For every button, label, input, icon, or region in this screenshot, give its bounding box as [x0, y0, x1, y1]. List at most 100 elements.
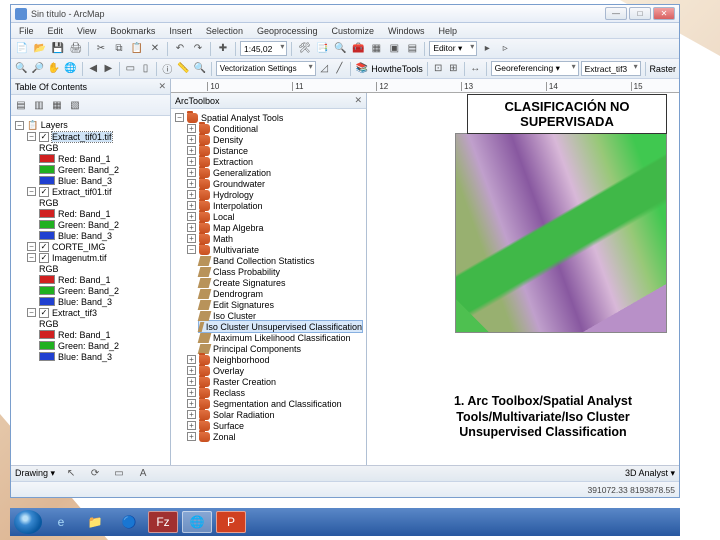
menu-help[interactable]: Help	[433, 26, 464, 36]
open-icon[interactable]: 📂	[32, 41, 48, 57]
edit-vertices-icon[interactable]: ▹	[497, 41, 513, 57]
clear-selection-icon[interactable]: ▯	[139, 61, 152, 77]
editor-toolbar-icon[interactable]: 🛠	[296, 41, 312, 57]
menu-file[interactable]: File	[13, 26, 40, 36]
menu-edit[interactable]: Edit	[42, 26, 70, 36]
redo-icon[interactable]: ↷	[190, 41, 206, 57]
arctoolbox-close-icon[interactable]: ✕	[354, 95, 362, 106]
analyst3d-dropdown[interactable]: 3D Analyst ▾	[625, 468, 675, 479]
task-powerpoint-icon[interactable]: P	[216, 511, 246, 533]
results-icon[interactable]: ▤	[404, 41, 420, 57]
task-ie-icon[interactable]: e	[46, 511, 76, 533]
snap-icon[interactable]: ⊡	[432, 61, 445, 77]
band-item[interactable]: Red: Band_1	[39, 274, 166, 285]
band-item[interactable]: Green: Band_2	[39, 340, 166, 351]
tool-item[interactable]: Iso Cluster Unsupervised Classification	[199, 321, 362, 332]
maximize-button[interactable]: □	[629, 7, 651, 20]
toolset-item[interactable]: −Multivariate	[187, 244, 362, 255]
band-item[interactable]: Red: Band_1	[39, 208, 166, 219]
prev-extent-icon[interactable]: ◀	[87, 61, 100, 77]
toolset-item[interactable]: +Surface	[187, 420, 362, 431]
toc-close-icon[interactable]: ✕	[158, 81, 166, 92]
task-explorer-icon[interactable]: 📁	[80, 511, 110, 533]
arrow-icon[interactable]: ↔	[469, 61, 482, 77]
select-features-icon[interactable]: ▭	[124, 61, 137, 77]
snap2-icon[interactable]: ⊞	[447, 61, 460, 77]
layer-item[interactable]: −✓Extract_tif3	[27, 307, 166, 318]
vect-icon[interactable]: ◿	[318, 61, 331, 77]
python-icon[interactable]: ▦	[368, 41, 384, 57]
scale-combo[interactable]: 1:45,02	[240, 41, 287, 56]
band-item[interactable]: Red: Band_1	[39, 153, 166, 164]
band-item[interactable]: Blue: Band_3	[39, 296, 166, 307]
toolset-item[interactable]: +Groundwater	[187, 178, 362, 189]
menu-insert[interactable]: Insert	[163, 26, 198, 36]
band-item[interactable]: Green: Band_2	[39, 164, 166, 175]
catalog-icon[interactable]: 📑	[314, 41, 330, 57]
close-button[interactable]: ✕	[653, 7, 675, 20]
tool-item[interactable]: Create Signatures	[199, 277, 362, 288]
zoom-in-icon[interactable]: 🔍	[14, 61, 28, 77]
toolset-item[interactable]: +Overlay	[187, 365, 362, 376]
layer-item[interactable]: −✓Extract_tif01.tif	[27, 186, 166, 197]
band-item[interactable]: Green: Band_2	[39, 285, 166, 296]
select-elem-icon[interactable]: ↖	[63, 466, 79, 482]
cut-icon[interactable]: ✂	[93, 41, 109, 57]
find-icon[interactable]: 🔍	[192, 61, 206, 77]
editor-dropdown[interactable]: Editor ▾	[429, 41, 477, 56]
list-by-drawing-icon[interactable]: ▤	[13, 97, 29, 113]
toolset-item[interactable]: +Raster Creation	[187, 376, 362, 387]
howthe-icon[interactable]: 📚	[355, 61, 369, 77]
tool-item[interactable]: Class Probability	[199, 266, 362, 277]
howthe-label[interactable]: HowtheTools	[371, 64, 423, 74]
toolset-item[interactable]: +Extraction	[187, 156, 362, 167]
toolset-item[interactable]: +Reclass	[187, 387, 362, 398]
modelbuilder-icon[interactable]: ▣	[386, 41, 402, 57]
list-by-selection-icon[interactable]: ▧	[67, 97, 83, 113]
next-extent-icon[interactable]: ▶	[102, 61, 115, 77]
toolset-item[interactable]: +Generalization	[187, 167, 362, 178]
print-icon[interactable]: 🖨	[68, 41, 84, 57]
band-item[interactable]: Blue: Band_3	[39, 230, 166, 241]
menu-geoprocessing[interactable]: Geoprocessing	[251, 26, 324, 36]
menu-view[interactable]: View	[71, 26, 102, 36]
rotate-icon[interactable]: ⟳	[87, 466, 103, 482]
raster-label[interactable]: Raster	[649, 64, 676, 74]
band-item[interactable]: Blue: Band_3	[39, 351, 166, 362]
satellite-image[interactable]	[455, 133, 667, 333]
toolset-item[interactable]: +Math	[187, 233, 362, 244]
list-by-visibility-icon[interactable]: ▦	[49, 97, 65, 113]
georef-target-combo[interactable]: Extract_tif3	[581, 61, 641, 76]
toolset-item[interactable]: +Zonal	[187, 431, 362, 442]
copy-icon[interactable]: ⧉	[111, 41, 127, 57]
tool-item[interactable]: Principal Components	[199, 343, 362, 354]
minimize-button[interactable]: —	[605, 7, 627, 20]
start-button[interactable]	[14, 510, 42, 534]
toolset-item[interactable]: +Density	[187, 134, 362, 145]
menu-bookmarks[interactable]: Bookmarks	[104, 26, 161, 36]
layer-item[interactable]: −✓Imagenutm.tif	[27, 252, 166, 263]
menu-selection[interactable]: Selection	[200, 26, 249, 36]
toolset-item[interactable]: +Distance	[187, 145, 362, 156]
tool-item[interactable]: Dendrogram	[199, 288, 362, 299]
list-by-source-icon[interactable]: ▥	[31, 97, 47, 113]
vect-icon2[interactable]: ╱	[333, 61, 346, 77]
toolset-item[interactable]: +Local	[187, 211, 362, 222]
layer-item[interactable]: −✓Extract_tif01.tif	[27, 131, 166, 142]
tool-item[interactable]: Edit Signatures	[199, 299, 362, 310]
undo-icon[interactable]: ↶	[172, 41, 188, 57]
new-icon[interactable]: 📄	[14, 41, 30, 57]
pan-icon[interactable]: ✋	[47, 61, 61, 77]
text-icon[interactable]: A	[135, 466, 151, 482]
menu-customize[interactable]: Customize	[326, 26, 381, 36]
band-item[interactable]: Red: Band_1	[39, 329, 166, 340]
georef-dropdown[interactable]: Georeferencing ▾	[491, 61, 579, 76]
toolset-item[interactable]: +Map Algebra	[187, 222, 362, 233]
toolset-item[interactable]: +Hydrology	[187, 189, 362, 200]
edit-tool-icon[interactable]: ▸	[479, 41, 495, 57]
toolset-item[interactable]: +Segmentation and Classification	[187, 398, 362, 409]
save-icon[interactable]: 💾	[50, 41, 66, 57]
measure-icon[interactable]: 📏	[176, 61, 190, 77]
tool-item[interactable]: Iso Cluster	[199, 310, 362, 321]
task-chrome-icon[interactable]: 🔵	[114, 511, 144, 533]
